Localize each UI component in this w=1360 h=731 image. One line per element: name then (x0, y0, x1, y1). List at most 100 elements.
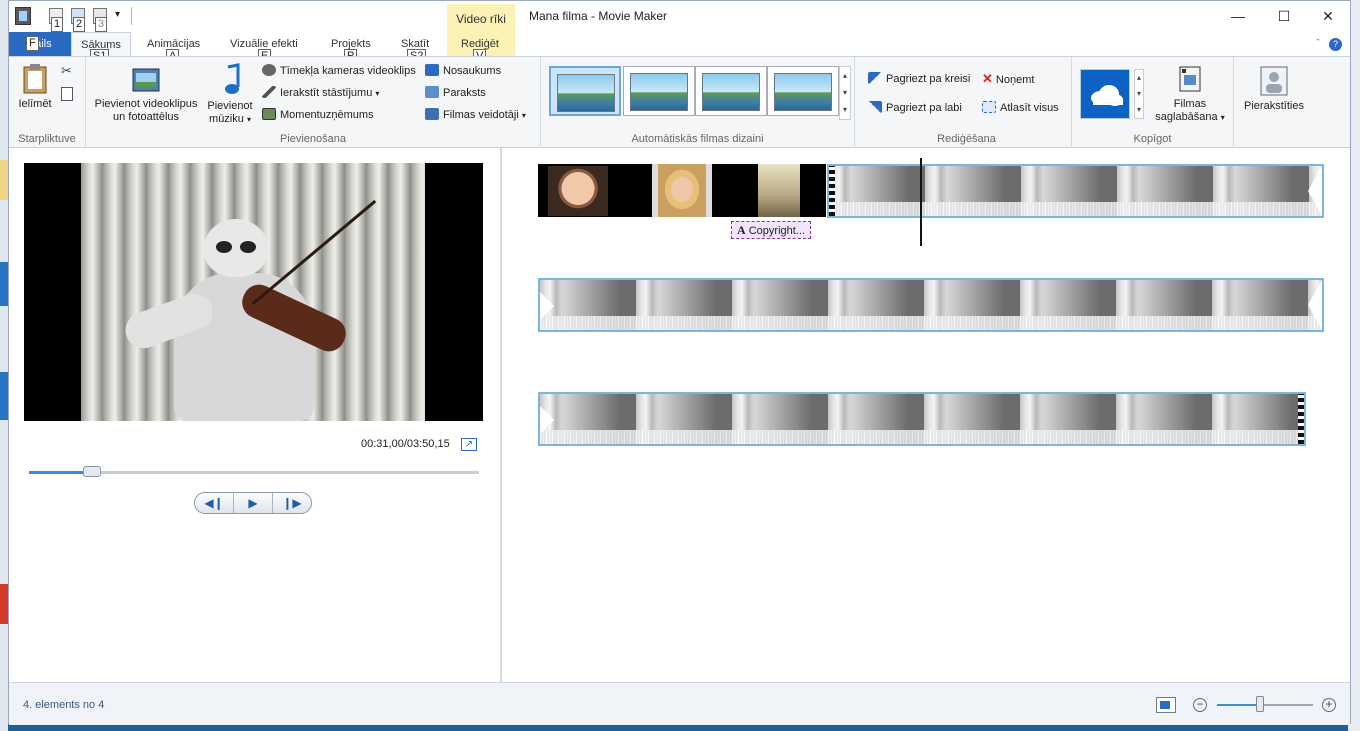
zoom-slider[interactable] (1217, 704, 1313, 706)
caption-item[interactable]: A Copyright... (731, 221, 811, 239)
caption-icon (425, 86, 439, 98)
maximize-button[interactable]: ☐ (1261, 1, 1307, 32)
thumbnail-size-icon[interactable] (1156, 697, 1176, 713)
keytip-qat-1: 1 (51, 17, 64, 32)
zoom-in-icon[interactable]: + (1322, 698, 1336, 712)
previous-frame-button[interactable]: ◀❙ (195, 493, 234, 513)
theme-contemporary[interactable] (549, 66, 621, 116)
record-narration-button[interactable]: Ierakstīt stāstījumu ▾ (262, 85, 379, 102)
add-video-photo-icon (132, 68, 160, 92)
add-music-button[interactable]: Pievienot mūziku ▾ (203, 63, 257, 126)
credits-label: Filmas veidotāji (443, 109, 519, 121)
rotate-right-icon (868, 101, 882, 113)
remove-label: Noņemt (995, 74, 1035, 86)
caption-label: Paraksts (443, 87, 486, 99)
qat-customize-icon[interactable]: ▾ (115, 9, 120, 20)
webcam-icon (262, 64, 276, 76)
theme-fade[interactable] (695, 66, 767, 116)
select-all-icon (982, 101, 996, 113)
remove-button[interactable]: ✕ Noņemt (982, 71, 1034, 88)
seek-bar-thumb[interactable] (83, 466, 101, 477)
video-clip-row-2[interactable] (538, 278, 1324, 332)
photo-clip-woman[interactable] (652, 164, 712, 217)
photo-clip-baby[interactable] (538, 164, 652, 217)
title-label: Nosaukums (443, 65, 502, 77)
preview-timecode: 00:31,00/03:50,15 (361, 438, 450, 450)
group-share: ▴ ▾ ▾ Filmas saglabāšana ▾ Kopīgot (1072, 57, 1234, 149)
preview-pane: 00:31,00/03:50,15 ↗ ◀❙ ▶ ❙▶ (9, 148, 500, 682)
webcam-label: Tīmekļa kameras videoklips (280, 65, 416, 77)
group-label-clipboard: Starpliktuve (18, 133, 76, 145)
video-clip-row-3[interactable] (538, 392, 1306, 446)
ribbon-tabs: Fails Sākums Animācijas Vizuālie efekti … (9, 32, 1350, 64)
copy-icon[interactable] (61, 87, 73, 101)
save-movie-button[interactable]: Filmas saglabāšana ▾ (1150, 65, 1230, 124)
next-frame-button[interactable]: ❙▶ (273, 493, 311, 513)
help-icon[interactable]: ? (1329, 38, 1342, 51)
keytip-qat-3: 3 (95, 17, 108, 32)
add-music-label: Pievienot mūziku (207, 100, 253, 125)
webcam-video-button[interactable]: Tīmekļa kameras videoklips (262, 63, 416, 79)
minimize-ribbon-icon[interactable]: ˆ (1316, 38, 1320, 50)
microphone-icon (262, 86, 276, 98)
group-clipboard: Ielīmēt ✂ Starpliktuve (9, 57, 86, 149)
clip-continues-arrow (1308, 166, 1322, 216)
play-button[interactable]: ▶ (234, 493, 273, 513)
group-editing: Pagriezt pa kreisi Pagriezt pa labi ✕ Noņ… (862, 57, 1072, 149)
tab-file[interactable]: Fails (9, 32, 71, 56)
clip-sprockets-left (829, 166, 835, 216)
title-button[interactable]: Nosaukums (425, 63, 501, 79)
group-account: Pierakstīties (1234, 57, 1310, 149)
clipboard-icon (23, 64, 47, 94)
title-icon (425, 64, 439, 76)
rotate-left-label: Pagriezt pa kreisi (886, 73, 971, 85)
close-button[interactable]: ✕ (1305, 1, 1351, 32)
photo-clip-vintage[interactable] (712, 164, 826, 217)
credits-button[interactable]: Filmas veidotāji ▾ (425, 107, 526, 124)
rotate-left-button[interactable]: Pagriezt pa kreisi (868, 71, 970, 87)
music-note-icon (225, 63, 240, 94)
sign-in-button[interactable]: Pierakstīties (1238, 65, 1310, 113)
snapshot-icon (262, 108, 276, 120)
video-clip-selected[interactable] (827, 164, 1324, 218)
select-all-label: Atlasīt visus (1000, 102, 1059, 114)
group-label-share: Kopīgot (1133, 133, 1172, 145)
share-gallery-scroll[interactable]: ▴ ▾ ▾ (1134, 69, 1144, 119)
fullscreen-preview-icon[interactable]: ↗ (461, 438, 477, 451)
status-bar: 4. elements no 4 − + (9, 682, 1350, 725)
paste-label: Ielīmēt (18, 98, 52, 110)
title-bar: 1 2 3 ▾ Video rīki Mana filma - Movie Ma… (9, 1, 1350, 32)
minimize-button[interactable]: — (1215, 1, 1261, 32)
storyboard-pane: A Copyright... (502, 148, 1350, 682)
themes-gallery-scroll[interactable]: ▴ ▾ ▾ (839, 66, 851, 120)
user-avatar-icon (1260, 66, 1288, 96)
sign-in-label: Pierakstīties (1244, 100, 1304, 112)
clip-sprockets-right (1298, 394, 1304, 444)
ribbon: Ielīmēt ✂ Starpliktuve Pievienot videokl… (9, 56, 1350, 149)
playback-controls: ◀❙ ▶ ❙▶ (194, 492, 312, 514)
group-label-add: Pievienošana (279, 133, 347, 145)
video-preview[interactable] (24, 163, 483, 421)
keytip-qat-2: 2 (73, 17, 86, 32)
paste-button[interactable]: Ielīmēt (15, 63, 55, 111)
app-icon[interactable] (15, 7, 31, 25)
caption-button[interactable]: Paraksts (425, 85, 486, 101)
theme-cinematic[interactable] (623, 66, 695, 116)
caption-a-icon: A (737, 223, 746, 237)
add-videos-photos-button[interactable]: Pievienot videoklipus un fotoattēlus (90, 65, 202, 124)
desktop-icon-fragment (0, 372, 8, 420)
item-count-status: 4. elements no 4 (23, 699, 105, 711)
movie-maker-window: 1 2 3 ▾ Video rīki Mana filma - Movie Ma… (8, 0, 1351, 725)
rotate-right-button[interactable]: Pagriezt pa labi (868, 100, 962, 116)
theme-pan-zoom[interactable] (767, 66, 839, 116)
cut-icon[interactable]: ✂ (61, 63, 72, 79)
zoom-out-icon[interactable]: − (1193, 698, 1207, 712)
video-tools-context-label: Video rīki (447, 4, 515, 32)
caption-item-label: Copyright... (748, 225, 805, 237)
seek-bar[interactable] (29, 466, 479, 477)
snapshot-button[interactable]: Momentuzņēmums (262, 107, 374, 123)
select-all-button[interactable]: Atlasīt visus (982, 100, 1059, 116)
zoom-slider-thumb[interactable] (1256, 696, 1265, 712)
onedrive-share-button[interactable] (1080, 69, 1130, 119)
storyboard-playhead[interactable] (920, 158, 922, 246)
